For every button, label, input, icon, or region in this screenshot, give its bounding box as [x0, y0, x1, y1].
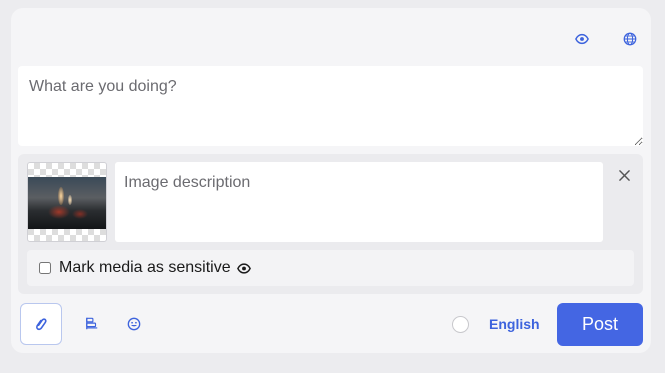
- sensitive-checkbox[interactable]: [39, 262, 51, 274]
- image-description-input[interactable]: [115, 162, 603, 204]
- sensitive-eye-icon: [236, 262, 251, 274]
- media-thumbnail[interactable]: [27, 162, 107, 242]
- remove-media-close-icon[interactable]: [617, 168, 631, 182]
- composer-top-actions: [571, 30, 641, 48]
- sensitive-media-row: Mark media as sensitive: [27, 250, 634, 286]
- paperclip-icon: [34, 317, 48, 331]
- post-button[interactable]: Post: [557, 303, 643, 346]
- sensitive-label[interactable]: Mark media as sensitive: [59, 259, 231, 277]
- content-warning-radio[interactable]: [452, 316, 469, 333]
- status-textarea[interactable]: [18, 66, 643, 146]
- media-attachment-panel: Mark media as sensitive: [18, 154, 643, 294]
- emoji-icon: [127, 317, 141, 331]
- compose-form: Mark media as sensitive English Post: [11, 8, 651, 353]
- globe-icon[interactable]: [619, 30, 641, 48]
- language-selector[interactable]: English: [489, 316, 540, 332]
- image-description-box: [115, 162, 603, 242]
- composer-toolbar: English Post: [19, 303, 643, 347]
- attach-media-button[interactable]: [20, 303, 62, 345]
- status-textarea-container: [18, 66, 643, 146]
- emoji-button[interactable]: [113, 303, 155, 345]
- visibility-eye-icon[interactable]: [571, 30, 593, 48]
- poll-button[interactable]: [71, 303, 113, 345]
- media-thumbnail-image: [28, 177, 106, 229]
- poll-icon: [85, 317, 99, 331]
